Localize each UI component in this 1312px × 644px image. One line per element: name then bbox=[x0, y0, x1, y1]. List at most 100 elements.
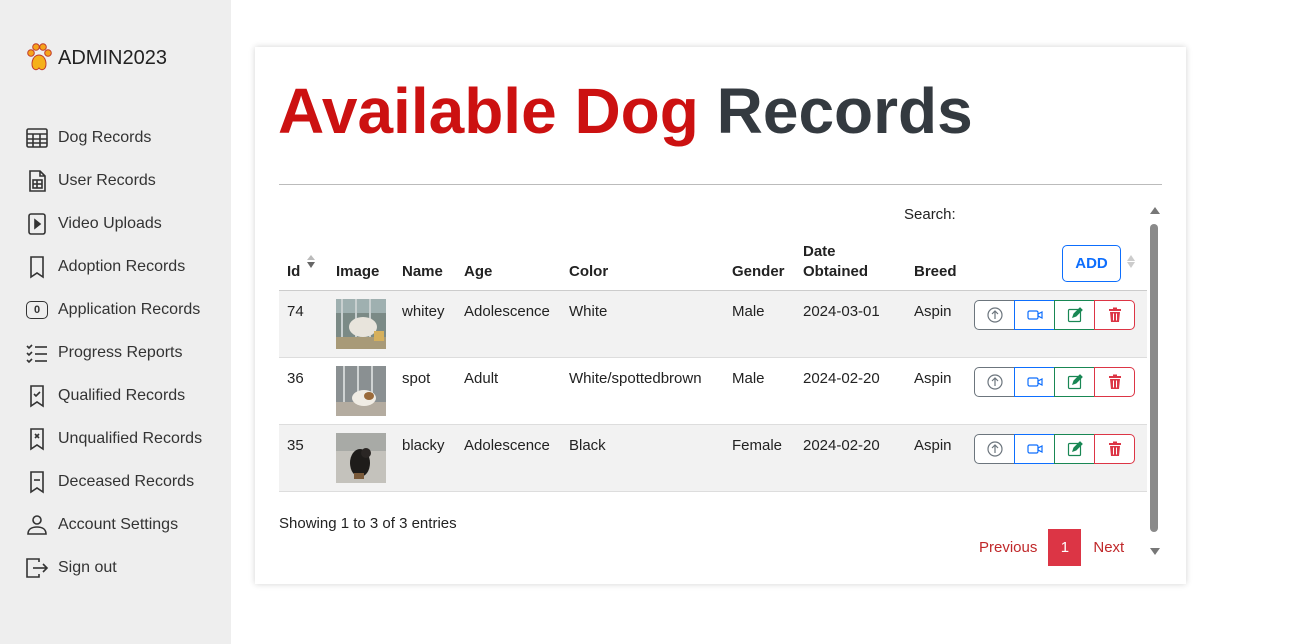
search-input[interactable] bbox=[958, 201, 1148, 227]
row-actions bbox=[974, 300, 1135, 330]
sidebar-item-dog-records[interactable]: Dog Records bbox=[24, 116, 202, 159]
dog-photo-thumbnail[interactable] bbox=[336, 366, 386, 416]
column-header-id[interactable]: Id bbox=[287, 262, 300, 282]
delete-button[interactable] bbox=[1094, 300, 1135, 330]
bookmark-check-icon bbox=[24, 383, 50, 409]
sidebar-item-unqualified-records[interactable]: Unqualified Records bbox=[24, 417, 202, 460]
cell-date: 2024-03-01 bbox=[803, 303, 880, 320]
cell-age: Adolescence bbox=[464, 303, 550, 320]
upload-button[interactable] bbox=[974, 300, 1015, 330]
person-icon bbox=[24, 512, 50, 538]
edit-button[interactable] bbox=[1054, 434, 1095, 464]
dog-photo-thumbnail[interactable] bbox=[336, 433, 386, 483]
sidebar-item-label: Account Settings bbox=[58, 515, 179, 533]
box-arrow-right-icon bbox=[24, 555, 50, 581]
title-highlight: Available Dog bbox=[278, 75, 699, 147]
dog-photo-thumbnail[interactable] bbox=[336, 299, 386, 349]
sidebar-item-label: Unqualified Records bbox=[58, 429, 203, 447]
edit-button[interactable] bbox=[1054, 300, 1095, 330]
column-header-image[interactable]: Image bbox=[336, 262, 379, 282]
scrollbar-thumb[interactable] bbox=[1150, 224, 1158, 532]
sidebar-item-label: Deceased Records bbox=[58, 472, 195, 490]
page-1-button[interactable]: 1 bbox=[1048, 529, 1082, 566]
column-label: Date Obtained bbox=[803, 243, 869, 280]
column-label: Gender bbox=[732, 263, 785, 280]
sort-icon[interactable] bbox=[1127, 255, 1135, 268]
column-header-gender[interactable]: Gender bbox=[732, 262, 785, 282]
arrow-up-circle-icon bbox=[986, 374, 1003, 390]
sidebar-item-sign-out[interactable]: Sign out bbox=[24, 546, 202, 589]
sidebar-item-adoption-records[interactable]: Adoption Records bbox=[24, 245, 202, 288]
scroll-up-icon[interactable] bbox=[1150, 207, 1160, 214]
video-button[interactable] bbox=[1014, 434, 1055, 464]
sidebar-item-deceased-records[interactable]: Deceased Records bbox=[24, 460, 202, 503]
file-spreadsheet-icon bbox=[24, 168, 50, 194]
sidebar-item-account-settings[interactable]: Account Settings bbox=[24, 503, 202, 546]
previous-page-link[interactable]: Previous bbox=[979, 539, 1037, 556]
cell-age: Adolescence bbox=[464, 437, 550, 454]
video-button[interactable] bbox=[1014, 300, 1055, 330]
cell-breed: Aspin bbox=[914, 370, 952, 387]
records-card: Available Dog Records Search: Id Image N… bbox=[255, 47, 1186, 584]
column-header-name[interactable]: Name bbox=[402, 262, 443, 282]
table-info: Showing 1 to 3 of 3 entries bbox=[279, 515, 457, 532]
cell-gender: Male bbox=[732, 303, 765, 320]
sidebar-item-video-uploads[interactable]: Video Uploads bbox=[24, 202, 202, 245]
video-button[interactable] bbox=[1014, 367, 1055, 397]
page-title: Available Dog Records bbox=[278, 73, 973, 149]
brand-name: ADMIN2023 bbox=[58, 46, 167, 69]
delete-button[interactable] bbox=[1094, 434, 1135, 464]
upload-button[interactable] bbox=[974, 434, 1015, 464]
column-header-age[interactable]: Age bbox=[464, 262, 492, 282]
add-button[interactable]: ADD bbox=[1062, 245, 1121, 282]
cell-gender: Male bbox=[732, 370, 765, 387]
column-label: Color bbox=[569, 263, 609, 280]
sidebar-item-user-records[interactable]: User Records bbox=[24, 159, 202, 202]
sidebar-item-label: Qualified Records bbox=[58, 386, 186, 404]
camera-video-icon bbox=[1026, 377, 1043, 387]
sidebar-item-application-records[interactable]: 0 Application Records bbox=[24, 288, 202, 331]
trash-icon bbox=[1108, 374, 1121, 389]
column-label: Image bbox=[336, 263, 380, 280]
column-label: Breed bbox=[914, 263, 957, 280]
column-header-color[interactable]: Color bbox=[569, 262, 608, 282]
cell-breed: Aspin bbox=[914, 437, 952, 454]
delete-button[interactable] bbox=[1094, 367, 1135, 397]
cell-id: 74 bbox=[287, 303, 304, 320]
table-header: Id Image Name Age Color Gender Date Obta… bbox=[279, 243, 1147, 291]
next-page-link[interactable]: Next bbox=[1093, 539, 1124, 556]
file-play-icon bbox=[24, 211, 50, 237]
sort-icon[interactable] bbox=[307, 255, 315, 268]
sidebar: ADMIN2023 Dog Records User Records Video… bbox=[0, 0, 231, 644]
sidebar-item-qualified-records[interactable]: Qualified Records bbox=[24, 374, 202, 417]
title-rest: Records bbox=[716, 75, 973, 147]
column-label: Id bbox=[287, 263, 301, 280]
sidebar-item-label: User Records bbox=[58, 171, 156, 189]
table-row: 35 blacky Adolescence Black Female 2024-… bbox=[279, 425, 1147, 492]
sidebar-item-label: Video Uploads bbox=[58, 214, 162, 232]
row-actions bbox=[974, 367, 1135, 397]
sidebar-item-label: Sign out bbox=[58, 558, 117, 576]
cell-id: 36 bbox=[287, 370, 304, 387]
column-header-date-obtained[interactable]: Date Obtained bbox=[803, 242, 883, 282]
cell-name: whitey bbox=[402, 303, 445, 320]
arrow-up-circle-icon bbox=[986, 441, 1003, 457]
cell-color: White/spottedbrown bbox=[569, 370, 702, 387]
scroll-down-icon[interactable] bbox=[1150, 548, 1160, 555]
table-scrollbar[interactable] bbox=[1146, 207, 1162, 555]
row-actions bbox=[974, 434, 1135, 464]
cell-name: spot bbox=[402, 370, 431, 387]
pagination: Previous 1 Next bbox=[979, 529, 1124, 566]
arrow-up-circle-icon bbox=[986, 307, 1003, 323]
sidebar-item-progress-reports[interactable]: Progress Reports bbox=[24, 331, 202, 374]
table-body: 74 whitey Adolescence White Male 2024-03… bbox=[279, 291, 1147, 492]
column-header-breed[interactable]: Breed bbox=[914, 262, 957, 282]
upload-button[interactable] bbox=[974, 367, 1015, 397]
edit-button[interactable] bbox=[1054, 367, 1095, 397]
bookmark-dash-icon bbox=[24, 469, 50, 495]
sidebar-item-label: Adoption Records bbox=[58, 257, 186, 275]
zero-badge-icon: 0 bbox=[24, 297, 50, 323]
brand[interactable]: ADMIN2023 bbox=[26, 42, 167, 74]
sidebar-item-label: Application Records bbox=[58, 300, 201, 318]
trash-icon bbox=[1108, 441, 1121, 456]
